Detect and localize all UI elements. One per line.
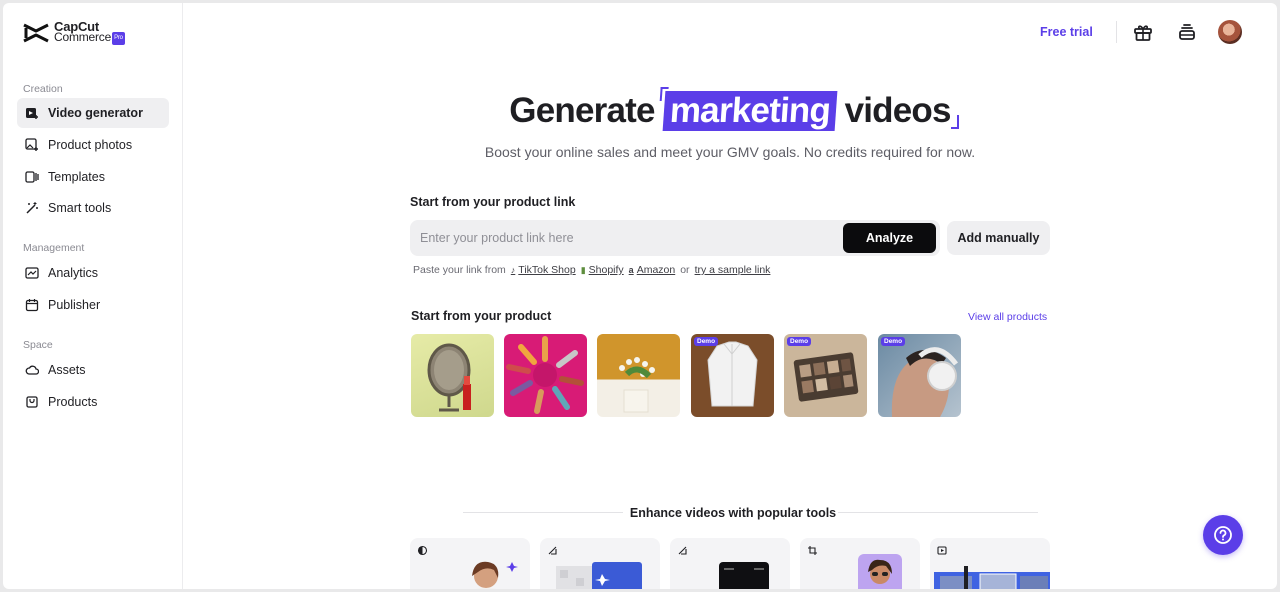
shopify-icon: ▮ bbox=[580, 264, 586, 275]
logo-line2: Commerce bbox=[54, 30, 112, 44]
sidebar-item-label: Templates bbox=[48, 170, 105, 184]
tiktok-icon: ♪ bbox=[510, 265, 516, 275]
demo-badge: Demo bbox=[881, 337, 906, 346]
topbar-divider bbox=[1116, 21, 1117, 43]
sidebar-item-label: Products bbox=[48, 395, 98, 409]
help-button[interactable] bbox=[1203, 515, 1243, 555]
shopify-label: Shopify bbox=[588, 264, 624, 276]
video-edit-icon bbox=[937, 546, 947, 555]
sidebar-item-assets[interactable]: Assets bbox=[17, 355, 169, 385]
video-plus-icon bbox=[26, 108, 38, 119]
section-management: Management bbox=[23, 242, 85, 254]
tool-card[interactable] bbox=[800, 538, 920, 589]
or-text: or bbox=[680, 264, 690, 276]
paste-prefix: Paste your link from bbox=[413, 264, 506, 276]
tool-preview-collage bbox=[556, 562, 642, 589]
sample-link[interactable]: try a sample link bbox=[695, 264, 771, 276]
tiktok-shop-label: TikTok Shop bbox=[518, 264, 576, 276]
demo-badge: Demo bbox=[694, 337, 719, 346]
edit-crop-icon bbox=[548, 546, 557, 555]
templates-icon bbox=[25, 171, 39, 183]
avatar[interactable] bbox=[1218, 20, 1242, 44]
product-thumb-lipstick-circle[interactable] bbox=[504, 334, 587, 417]
image-plus-icon bbox=[25, 138, 38, 151]
tool-card[interactable] bbox=[930, 538, 1050, 589]
tool-card[interactable] bbox=[540, 538, 660, 589]
link-section-label: Start from your product link bbox=[410, 195, 576, 209]
add-manually-button[interactable]: Add manually bbox=[947, 221, 1050, 255]
sidebar-item-analytics[interactable]: Analytics bbox=[17, 258, 169, 288]
page-subtitle: Boost your online sales and meet your GM… bbox=[484, 144, 976, 160]
app-window: CapCut Commerce Pro Creation Video genera… bbox=[3, 3, 1277, 589]
tool-preview-portrait bbox=[858, 554, 902, 589]
product-section-label: Start from your product bbox=[411, 309, 552, 323]
headphones-man-image bbox=[891, 347, 958, 417]
product-thumb-headphones-man[interactable]: Demo bbox=[878, 334, 961, 417]
white-shirt-image bbox=[707, 341, 758, 407]
tiktok-shop-link[interactable]: ♪ TikTok Shop bbox=[511, 264, 576, 276]
title-videos: videos bbox=[844, 91, 959, 130]
view-all-products-link[interactable]: View all products bbox=[968, 311, 1047, 323]
eyeshadow-palette-image bbox=[793, 352, 859, 402]
sidebar-item-label: Product photos bbox=[48, 138, 133, 152]
box-icon bbox=[26, 396, 38, 408]
tools-section-title: Enhance videos with popular tools bbox=[629, 506, 837, 520]
sidebar-item-label: Smart tools bbox=[48, 201, 112, 215]
help-icon bbox=[1214, 526, 1232, 544]
product-thumb-white-shirt[interactable]: Demo bbox=[691, 334, 774, 417]
tool-card[interactable] bbox=[410, 538, 530, 589]
sidebar: CapCut Commerce Pro Creation Video genera… bbox=[3, 3, 183, 589]
tool-preview-timeline bbox=[934, 566, 1050, 589]
lipstick-circle-image bbox=[506, 336, 584, 414]
logo[interactable]: CapCut Commerce Pro bbox=[23, 20, 125, 45]
stack-icon[interactable] bbox=[1176, 21, 1198, 43]
sidebar-item-product-photos[interactable]: Product photos bbox=[17, 130, 169, 160]
analytics-icon bbox=[25, 267, 39, 279]
product-link-box: Analyze bbox=[410, 220, 940, 256]
amazon-icon: a bbox=[628, 265, 634, 275]
sidebar-item-label: Analytics bbox=[48, 266, 99, 280]
calendar-icon bbox=[25, 299, 39, 312]
sidebar-item-products[interactable]: Products bbox=[17, 387, 169, 417]
contrast-icon bbox=[417, 545, 428, 556]
sidebar-item-video-generator[interactable]: Video generator bbox=[17, 98, 169, 128]
product-thumb-lipstick-mirror[interactable] bbox=[411, 334, 494, 417]
section-creation: Creation bbox=[23, 83, 63, 95]
analyze-button[interactable]: Analyze bbox=[843, 223, 936, 253]
product-thumb-flower-vase[interactable] bbox=[597, 334, 680, 417]
paste-link-hint: Paste your link from ♪ TikTok Shop ▮ Shopi… bbox=[413, 264, 770, 276]
amazon-link[interactable]: a Amazon bbox=[629, 264, 676, 276]
gift-icon[interactable] bbox=[1132, 21, 1154, 43]
sidebar-item-publisher[interactable]: Publisher bbox=[17, 290, 169, 320]
sidebar-item-smart-tools[interactable]: Smart tools bbox=[17, 193, 169, 223]
crop-icon bbox=[808, 546, 817, 555]
title-generate: Generate bbox=[509, 91, 655, 130]
tool-preview-woman bbox=[472, 561, 518, 589]
section-space: Space bbox=[23, 339, 53, 351]
magic-wand-icon bbox=[26, 202, 38, 214]
capcut-logo-icon bbox=[23, 23, 49, 43]
free-trial-link[interactable]: Free trial bbox=[1040, 25, 1093, 39]
sidebar-item-label: Assets bbox=[48, 363, 86, 377]
shopify-link[interactable]: ▮ Shopify bbox=[581, 264, 624, 276]
title-marketing: marketing bbox=[662, 91, 838, 131]
tool-card[interactable] bbox=[670, 538, 790, 589]
lipstick-mirror-image bbox=[427, 343, 471, 412]
page-title: Generate marketing videos bbox=[183, 91, 1277, 131]
product-link-input[interactable] bbox=[420, 220, 830, 256]
tool-preview-phone bbox=[719, 562, 769, 589]
sidebar-item-label: Publisher bbox=[48, 298, 101, 312]
flower-vase-image bbox=[619, 357, 655, 413]
pro-badge: Pro bbox=[112, 32, 125, 45]
cloud-icon bbox=[25, 365, 39, 375]
demo-badge: Demo bbox=[787, 337, 812, 346]
sidebar-item-templates[interactable]: Templates bbox=[17, 162, 169, 192]
amazon-label: Amazon bbox=[636, 264, 676, 276]
product-thumb-eyeshadow-palette[interactable]: Demo bbox=[784, 334, 867, 417]
sidebar-item-label: Video generator bbox=[48, 106, 143, 120]
edit-crop-icon bbox=[678, 546, 687, 555]
